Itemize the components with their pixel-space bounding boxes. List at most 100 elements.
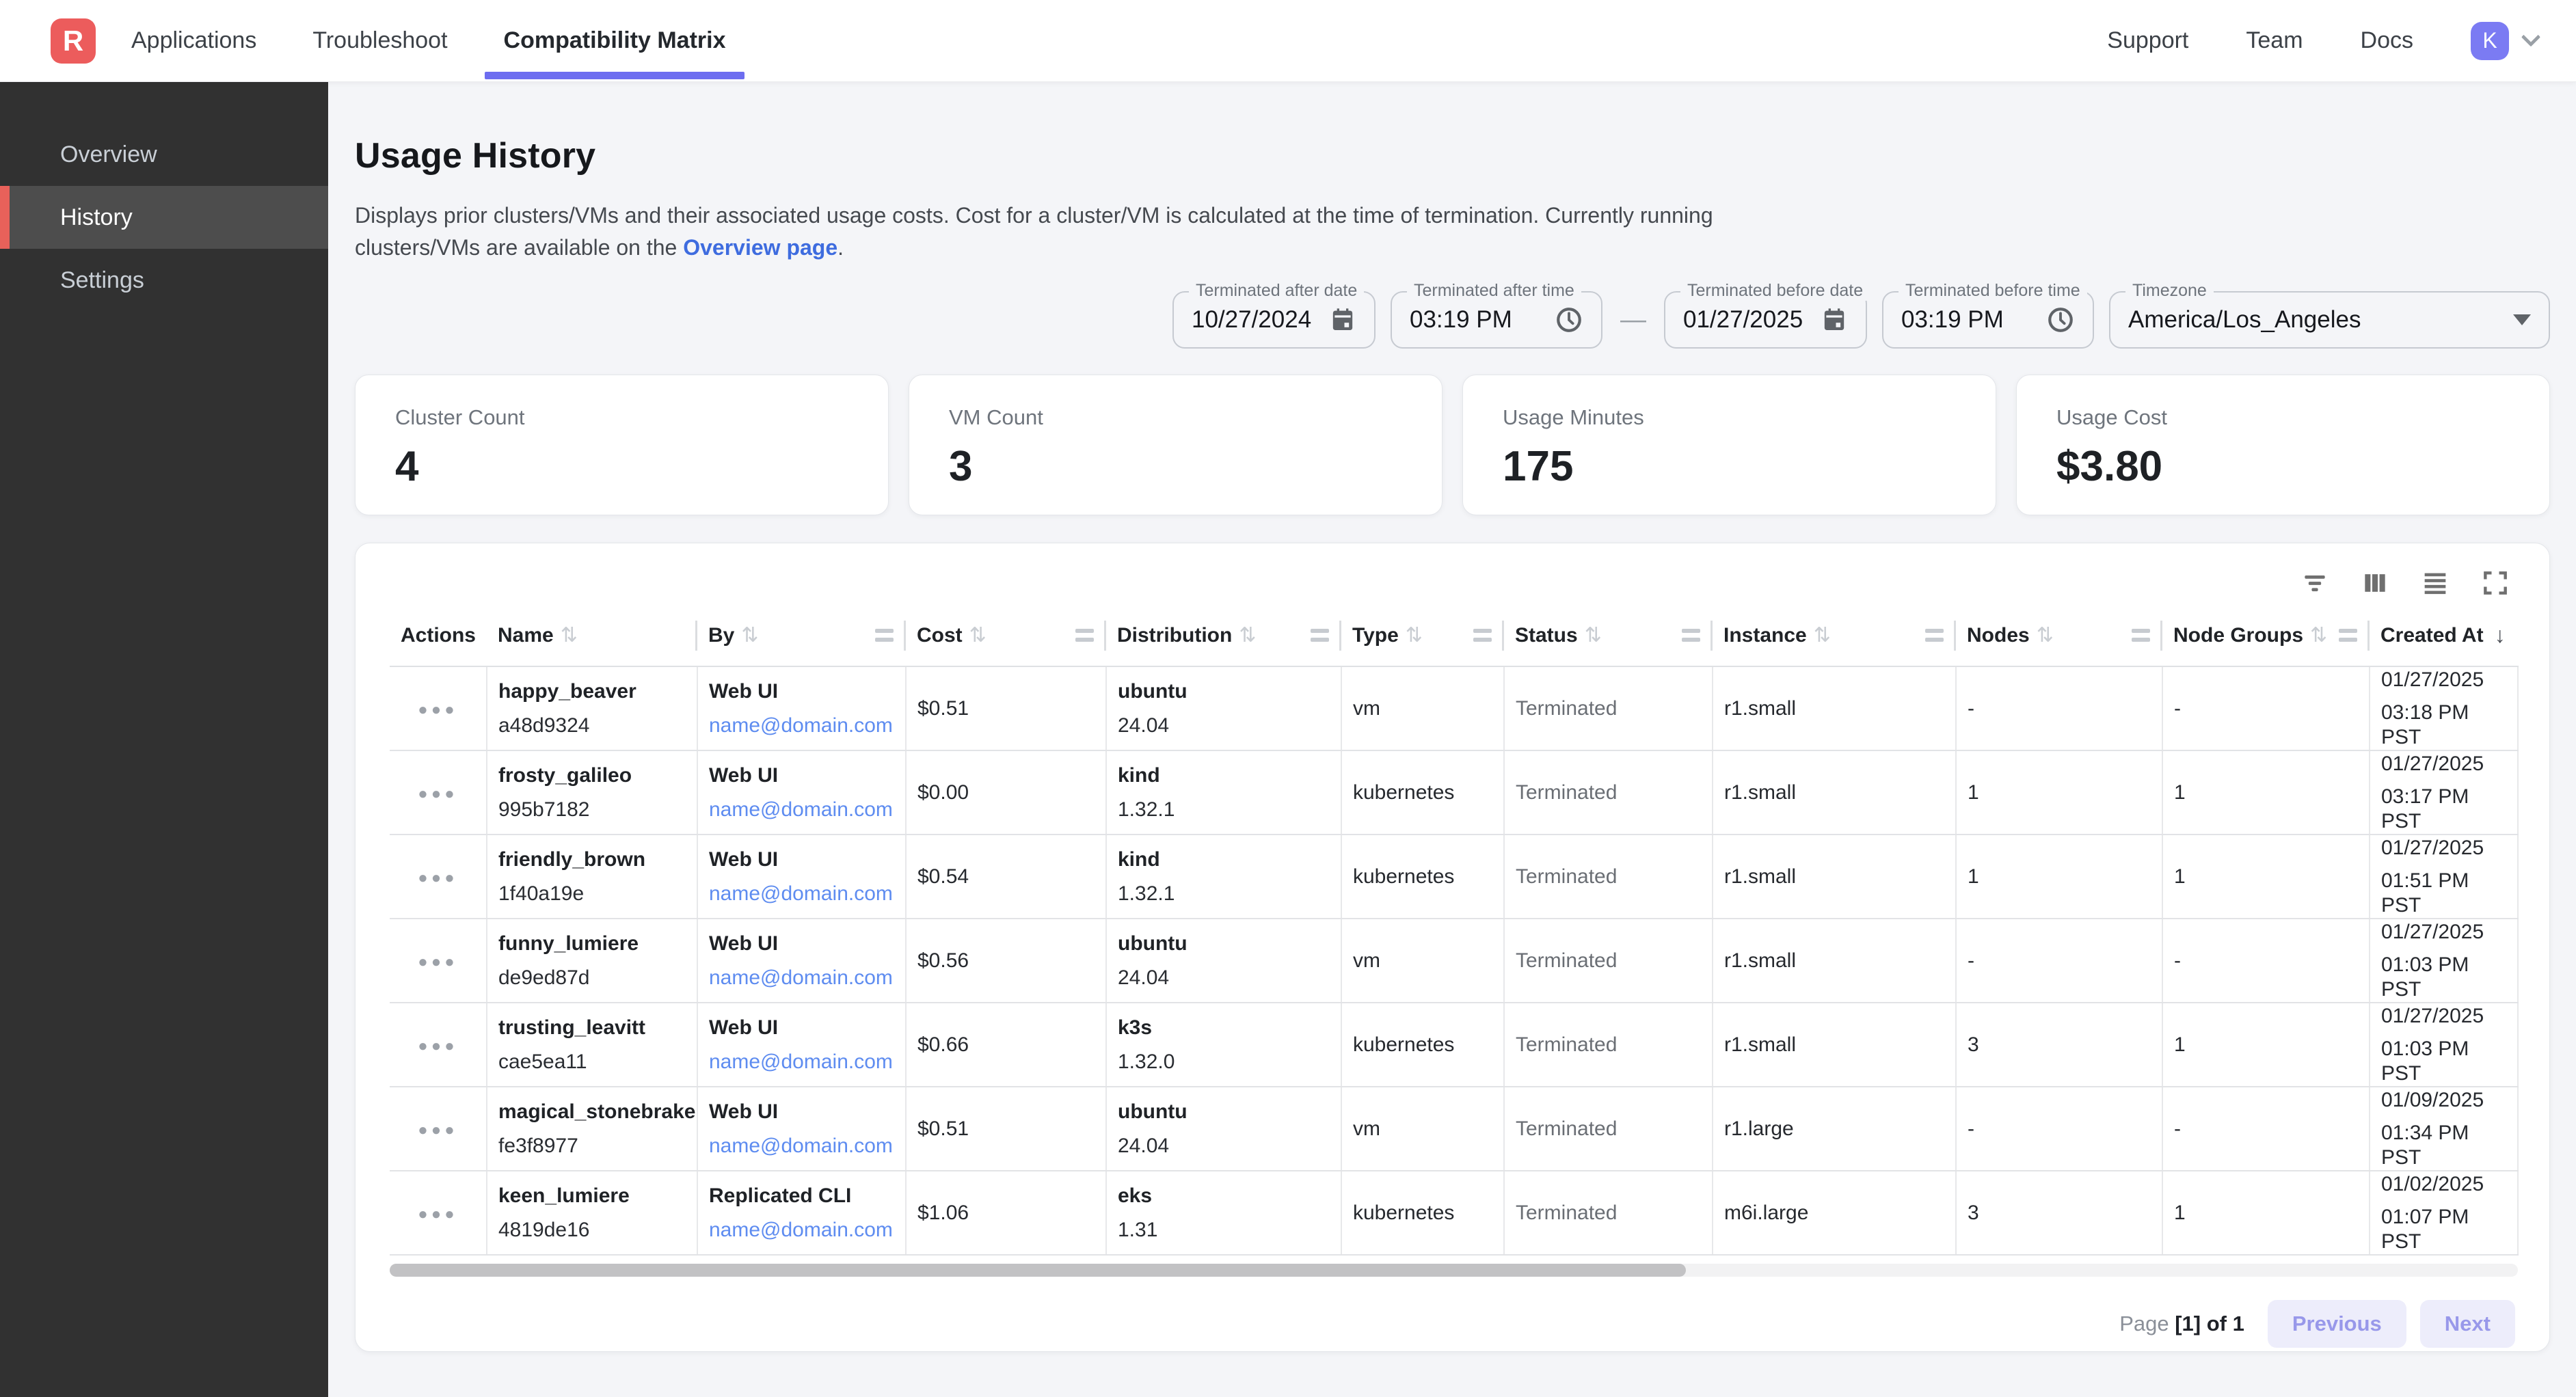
scrollbar-thumb[interactable]	[390, 1264, 1686, 1277]
cell-created-at: 01/27/202501:51 PM PST	[2370, 835, 2518, 919]
nav-item-team[interactable]: Team	[2246, 0, 2303, 82]
column-menu-icon[interactable]	[875, 629, 894, 642]
cell-status: Terminated	[1504, 666, 1713, 750]
description-line-1: Displays prior clusters/VMs and their as…	[355, 200, 2550, 232]
terminated-before-time-value: 03:19 PM	[1901, 306, 2004, 334]
nav-item-compatibility-matrix[interactable]: Compatibility Matrix	[504, 0, 726, 82]
row-actions-button[interactable]: ●●●	[418, 1037, 458, 1056]
terminated-after-time-value: 03:19 PM	[1410, 306, 1512, 334]
column-header-cost[interactable]: Cost⇅	[906, 605, 1106, 666]
next-page-button[interactable]: Next	[2420, 1300, 2515, 1348]
email-link[interactable]: name@domain.com	[709, 1050, 898, 1074]
row-actions-button[interactable]: ●●●	[418, 1205, 458, 1224]
column-menu-icon[interactable]	[2132, 629, 2150, 642]
email-link[interactable]: name@domain.com	[709, 1219, 898, 1242]
cell-created-at: 01/27/202501:03 PM PST	[2370, 1003, 2518, 1087]
density-icon[interactable]	[2419, 567, 2451, 599]
email-link[interactable]: name@domain.com	[709, 714, 898, 737]
nav-item-docs[interactable]: Docs	[2361, 0, 2413, 82]
column-menu-icon[interactable]	[1473, 629, 1492, 642]
column-header-created-at[interactable]: Created At↓	[2370, 605, 2518, 666]
replicated-logo[interactable]: R	[51, 18, 96, 64]
clock-icon[interactable]	[1555, 306, 1583, 334]
avatar[interactable]: K	[2471, 22, 2509, 60]
column-header-status[interactable]: Status⇅	[1504, 605, 1713, 666]
sort-icon[interactable]: ⇅	[2310, 623, 2327, 647]
horizontal-scrollbar[interactable]	[390, 1264, 2518, 1277]
sort-icon[interactable]: ⇅	[969, 623, 987, 647]
row-actions-button[interactable]: ●●●	[418, 701, 458, 720]
column-header-name[interactable]: Name⇅	[487, 605, 697, 666]
nav-item-support[interactable]: Support	[2107, 0, 2188, 82]
cell-status: Terminated	[1504, 919, 1713, 1003]
column-menu-icon[interactable]	[1925, 629, 1944, 642]
sidebar-item-settings[interactable]: Settings	[0, 249, 328, 312]
column-header-distribution[interactable]: Distribution⇅	[1106, 605, 1341, 666]
table-row: ●●● trusting_leavittcae5ea11 Web UIname@…	[390, 1003, 2518, 1087]
clock-icon[interactable]	[2046, 306, 2075, 334]
cell-type: kubernetes	[1341, 835, 1504, 919]
timezone-value: America/Los_Angeles	[2128, 306, 2361, 334]
cell-name: magical_stonebrakerfe3f8977	[487, 1087, 697, 1171]
terminated-before-time-field[interactable]: Terminated before time 03:19 PM	[1882, 291, 2094, 349]
previous-page-button[interactable]: Previous	[2268, 1300, 2406, 1348]
sidebar-item-overview[interactable]: Overview	[0, 123, 328, 186]
row-actions-button[interactable]: ●●●	[418, 785, 458, 804]
chevron-down-icon	[2521, 27, 2540, 46]
row-actions-button[interactable]: ●●●	[418, 1121, 458, 1140]
column-menu-icon[interactable]	[1682, 629, 1700, 642]
sort-icon[interactable]: ⇅	[1585, 623, 1602, 647]
sort-icon[interactable]: ⇅	[1239, 623, 1256, 647]
column-menu-icon[interactable]	[2339, 629, 2357, 642]
columns-icon[interactable]	[2359, 567, 2391, 599]
cell-cost: $0.66	[906, 1003, 1106, 1087]
cell-type: kubernetes	[1341, 750, 1504, 835]
sort-icon[interactable]: ⇅	[561, 623, 578, 647]
account-menu[interactable]: K	[2471, 22, 2538, 60]
row-actions-button[interactable]: ●●●	[418, 869, 458, 888]
cell-by: Web UIname@domain.com	[697, 1087, 906, 1171]
sort-icon[interactable]: ⇅	[1814, 623, 1831, 647]
email-link[interactable]: name@domain.com	[709, 966, 898, 990]
nav-item-applications[interactable]: Applications	[131, 0, 256, 82]
cell-type: vm	[1341, 666, 1504, 750]
calendar-icon[interactable]	[1329, 306, 1356, 334]
calendar-icon[interactable]	[1821, 306, 1848, 334]
column-header-nodes[interactable]: Nodes⇅	[1956, 605, 2162, 666]
terminated-before-time-label: Terminated before time	[1899, 281, 2087, 301]
terminated-after-date-field[interactable]: Terminated after date 10/27/2024	[1172, 291, 1376, 349]
timezone-label: Timezone	[2125, 281, 2214, 301]
column-header-by[interactable]: By⇅	[697, 605, 906, 666]
sidebar-item-history[interactable]: History	[0, 186, 328, 249]
cell-node-groups: -	[2162, 1087, 2370, 1171]
sort-descending-icon[interactable]: ↓	[2495, 623, 2506, 648]
overview-page-link[interactable]: Overview page	[683, 235, 837, 260]
sort-icon[interactable]: ⇅	[1406, 623, 1423, 647]
cell-actions: ●●●	[390, 835, 487, 919]
column-header-instance[interactable]: Instance⇅	[1713, 605, 1956, 666]
table-row: ●●● frosty_galileo995b7182 Web UIname@do…	[390, 750, 2518, 835]
column-header-node-groups[interactable]: Node Groups⇅	[2162, 605, 2370, 666]
table-row: ●●● funny_lumierede9ed87d Web UIname@dom…	[390, 919, 2518, 1003]
email-link[interactable]: name@domain.com	[709, 882, 898, 906]
stat-card-cluster-count: Cluster Count 4	[355, 375, 889, 515]
nav-item-troubleshoot[interactable]: Troubleshoot	[312, 0, 447, 82]
fullscreen-icon[interactable]	[2480, 567, 2511, 599]
column-header-actions: Actions	[390, 605, 487, 666]
terminated-before-date-field[interactable]: Terminated before date 01/27/2025	[1664, 291, 1867, 349]
timezone-select[interactable]: Timezone America/Los_Angeles	[2109, 291, 2550, 349]
sort-icon[interactable]: ⇅	[741, 623, 758, 647]
cell-actions: ●●●	[390, 750, 487, 835]
column-header-type[interactable]: Type⇅	[1341, 605, 1504, 666]
usage-table-card: Actions Name⇅ By⇅ Cost⇅ Distribution⇅ Ty…	[355, 543, 2550, 1352]
table-row: ●●● keen_lumiere4819de16 Replicated CLIn…	[390, 1171, 2518, 1255]
cell-node-groups: 1	[2162, 1003, 2370, 1087]
email-link[interactable]: name@domain.com	[709, 1135, 898, 1158]
column-menu-icon[interactable]	[1075, 629, 1094, 642]
email-link[interactable]: name@domain.com	[709, 798, 898, 822]
filter-icon[interactable]	[2299, 567, 2331, 599]
row-actions-button[interactable]: ●●●	[418, 953, 458, 972]
terminated-after-time-field[interactable]: Terminated after time 03:19 PM	[1391, 291, 1602, 349]
column-menu-icon[interactable]	[1311, 629, 1329, 642]
sort-icon[interactable]: ⇅	[2037, 623, 2054, 647]
